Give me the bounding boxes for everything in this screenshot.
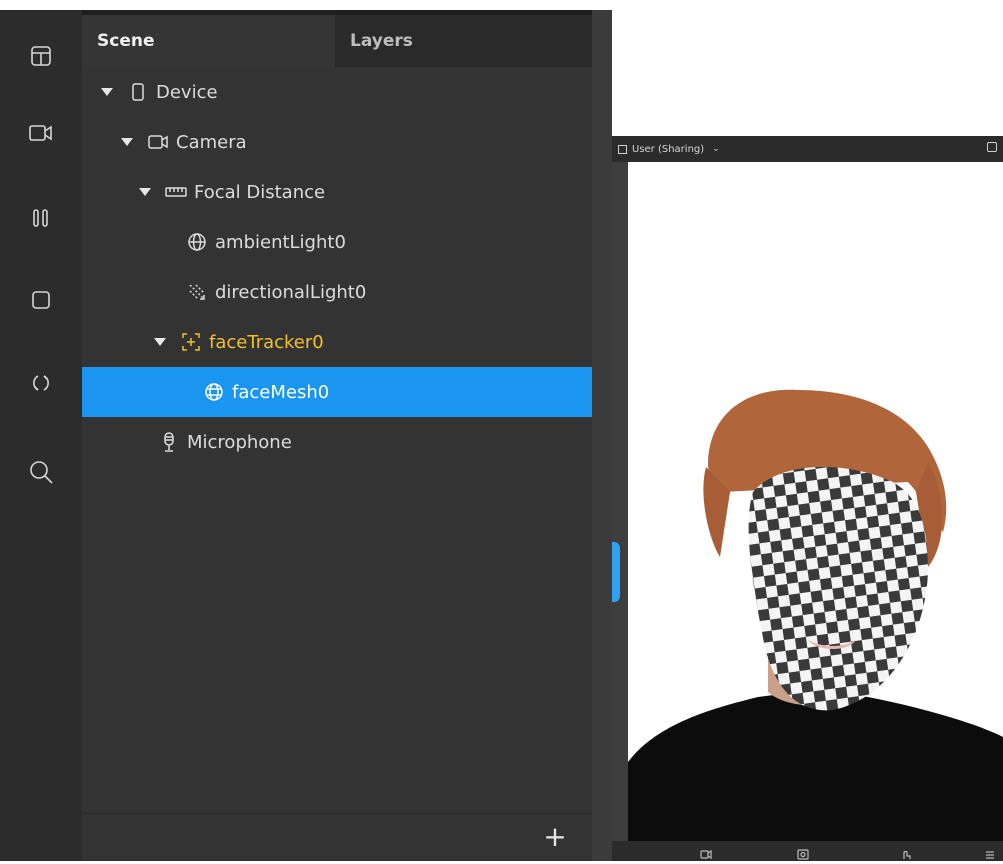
tree-item-focal-distance[interactable]: Focal Distance	[82, 167, 592, 217]
face-tracker-icon	[180, 331, 202, 353]
video-camera-icon[interactable]	[700, 845, 712, 860]
chevron-down-icon[interactable]: ⌄	[712, 144, 720, 154]
pause-bars-icon[interactable]	[19, 196, 63, 240]
globe-icon	[186, 231, 208, 253]
tab-layers[interactable]: Layers	[335, 15, 592, 67]
popout-icon[interactable]	[987, 142, 997, 152]
tree-item-device[interactable]: Device	[82, 67, 592, 117]
simulator-window: User (Sharing) ⌄	[612, 136, 1003, 861]
video-camera-icon[interactable]	[19, 111, 63, 155]
square-icon[interactable]	[19, 278, 63, 322]
screenshot-icon[interactable]	[797, 845, 809, 860]
tree-item-label: directionalLight0	[215, 281, 367, 303]
tree-item-label: Camera	[176, 131, 247, 153]
touch-icon[interactable]	[900, 845, 912, 859]
layout-icon[interactable]	[19, 34, 63, 78]
tab-bar: Scene Layers	[82, 15, 592, 67]
tree-item-face-mesh[interactable]: faceMesh0	[82, 367, 592, 417]
tree-item-microphone[interactable]: Microphone	[82, 417, 592, 467]
tree-item-directional-light[interactable]: directionalLight0	[82, 267, 592, 317]
tree-item-face-tracker[interactable]: faceTracker0	[82, 317, 592, 367]
ruler-icon	[165, 181, 187, 203]
expand-caret-icon[interactable]	[101, 88, 113, 96]
viewport-edge	[612, 162, 628, 841]
tree-item-label: Device	[156, 81, 218, 103]
tree-item-label: Microphone	[187, 431, 292, 453]
panel-footer: +	[82, 813, 592, 861]
tree-item-label: ambientLight0	[215, 231, 346, 253]
blue-handle[interactable]	[612, 542, 620, 602]
face-mesh-icon	[203, 381, 225, 403]
scene-panel: Scene Layers Device Camera Focal Distanc…	[82, 10, 592, 861]
divider-gap	[592, 0, 612, 10]
expand-caret-icon[interactable]	[121, 138, 133, 146]
microphone-icon	[158, 431, 180, 453]
tree-item-camera[interactable]: Camera	[82, 117, 592, 167]
tree-item-ambient-light[interactable]: ambientLight0	[82, 217, 592, 267]
search-icon[interactable]	[19, 450, 63, 494]
add-object-button[interactable]: +	[540, 822, 570, 852]
directional-light-icon	[186, 281, 208, 303]
expand-caret-icon[interactable]	[139, 188, 151, 196]
tree-item-label: Focal Distance	[194, 181, 326, 203]
expand-caret-icon[interactable]	[154, 338, 166, 346]
face-preview-image	[628, 162, 1003, 841]
device-label[interactable]: User (Sharing)	[632, 144, 704, 155]
tree-item-label: faceMesh0	[232, 381, 330, 403]
tab-scene[interactable]: Scene	[82, 15, 335, 67]
refresh-icon[interactable]	[19, 361, 63, 405]
camera-icon	[147, 131, 169, 153]
simulator-footer	[612, 841, 1003, 861]
icon-rail	[0, 10, 82, 861]
menu-icon[interactable]	[984, 845, 996, 859]
panel-divider[interactable]	[592, 10, 612, 861]
tree-item-label: faceTracker0	[209, 331, 324, 353]
window-icon	[618, 144, 627, 154]
device-icon	[127, 81, 149, 103]
simulator-header: User (Sharing) ⌄	[612, 136, 1003, 162]
camera-preview[interactable]	[628, 162, 1003, 841]
